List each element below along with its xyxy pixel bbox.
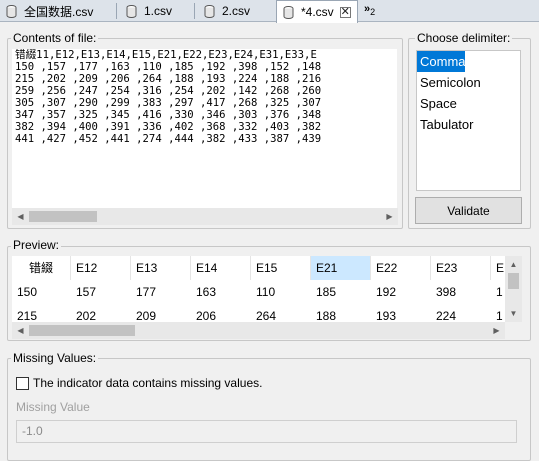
preview-header-cell[interactable]: E23 [431, 256, 491, 280]
tab-quanguo-csv[interactable]: 全国数据.csv [0, 0, 112, 22]
preview-header-cell[interactable]: 错綴 [12, 256, 71, 280]
missing-value-label: Missing Value [16, 400, 90, 414]
scrollbar-thumb[interactable] [29, 211, 97, 222]
preview-cell: 177 [136, 285, 157, 299]
preview-cell: 1 [496, 309, 503, 323]
tab-separator [116, 3, 117, 19]
table-row: 215 202 209 206 264 188 193 224 1 [12, 304, 505, 323]
preview-cell: 224 [436, 309, 457, 323]
preview-vertical-scrollbar[interactable]: ▲ ▼ [505, 256, 522, 322]
preview-cell: 150 [17, 285, 38, 299]
scroll-right-icon[interactable]: ▶ [488, 322, 505, 339]
editor-tab-bar: 全国数据.csv 1.csv 2.csv *4.csv ✕ »2 [0, 0, 539, 23]
contents-title: Contents of file: [11, 31, 99, 45]
preview-cell: 192 [376, 285, 397, 299]
preview-header-cell-highlighted[interactable]: E21 [311, 256, 371, 280]
delimiter-option-semicolon[interactable]: Semicolon [417, 72, 520, 93]
delimiter-option-space[interactable]: Space [417, 93, 520, 114]
file-line: 150 ,157 ,177 ,163 ,110 ,185 ,192 ,398 ,… [15, 61, 322, 73]
preview-cell: 209 [136, 309, 157, 323]
missing-values-checkbox[interactable] [16, 377, 29, 390]
tab-label: 1.csv [144, 4, 173, 18]
scrollbar-thumb[interactable] [508, 273, 519, 289]
scroll-right-icon[interactable]: ▶ [381, 208, 398, 225]
preview-title: Preview: [11, 238, 62, 252]
database-file-icon [6, 4, 17, 18]
preview-cell: 215 [17, 309, 38, 323]
delimiter-option-comma[interactable]: Comma [417, 51, 466, 72]
preview-header-row: 错綴 E12 E13 E14 E15 E21 E22 E23 E [12, 256, 505, 280]
scroll-left-icon[interactable]: ◀ [12, 208, 29, 225]
file-contents-textarea[interactable]: 错綴11,E12,E13,E14,E15,E21,E22,E23,E24,E31… [12, 49, 397, 209]
validate-button[interactable]: Validate [415, 197, 522, 224]
contents-horizontal-scrollbar[interactable]: ◀ ▶ [12, 208, 398, 225]
file-line: 215 ,202 ,209 ,206 ,264 ,188 ,193 ,224 ,… [15, 73, 322, 85]
delimiter-list[interactable]: Comma Semicolon Space Tabulator [416, 50, 521, 191]
close-icon[interactable]: ✕ [339, 6, 351, 18]
preview-header-cell[interactable]: E13 [131, 256, 191, 280]
scroll-up-icon[interactable]: ▲ [505, 256, 522, 273]
preview-header-cell[interactable]: E14 [191, 256, 251, 280]
preview-horizontal-scrollbar[interactable]: ◀ ▶ [12, 322, 505, 339]
scrollbar-thumb[interactable] [29, 325, 135, 336]
delimiter-title: Choose delimiter: [415, 31, 513, 45]
preview-header-cell[interactable]: E22 [371, 256, 431, 280]
tab-4-csv-active[interactable]: *4.csv ✕ [276, 0, 358, 23]
tab-1-csv[interactable]: 1.csv [120, 0, 192, 22]
missing-values-checkbox-label[interactable]: The indicator data contains missing valu… [33, 376, 262, 390]
preview-cell: 264 [256, 309, 277, 323]
missing-values-title: Missing Values: [11, 351, 99, 365]
tab-separator [194, 3, 195, 19]
scroll-left-icon[interactable]: ◀ [12, 322, 29, 339]
preview-cell: 110 [256, 285, 276, 299]
preview-table[interactable]: 错綴 E12 E13 E14 E15 E21 E22 E23 E 150 157… [12, 256, 505, 323]
missing-value-input[interactable]: -1.0 [16, 420, 517, 443]
scroll-down-icon[interactable]: ▼ [505, 305, 522, 322]
table-row: 150 157 177 163 110 185 192 398 1 [12, 280, 505, 304]
preview-header-cell[interactable]: E15 [251, 256, 311, 280]
preview-cell: 202 [76, 309, 97, 323]
tab-overflow-button[interactable]: »2 [364, 3, 375, 17]
file-line: 错綴11,E12,E13,E14,E15,E21,E22,E23,E24,E31… [15, 49, 317, 61]
preview-cell: 193 [376, 309, 397, 323]
preview-cell: 157 [76, 285, 97, 299]
file-line: 347 ,357 ,325 ,345 ,416 ,330 ,346 ,303 ,… [15, 109, 322, 121]
preview-cell: 188 [316, 309, 337, 323]
file-line: 305 ,307 ,290 ,299 ,383 ,297 ,417 ,268 ,… [15, 97, 322, 109]
preview-cell: 398 [436, 285, 457, 299]
preview-cell: 163 [196, 285, 217, 299]
tab-label: 全国数据.csv [24, 4, 94, 19]
tab-label: *4.csv [301, 5, 334, 19]
database-file-icon [283, 5, 294, 19]
preview-cell: 1 [496, 285, 503, 299]
file-line: 259 ,256 ,247 ,254 ,316 ,254 ,202 ,142 ,… [15, 85, 322, 97]
database-file-icon [126, 4, 137, 18]
database-file-icon [204, 4, 215, 18]
file-line: 382 ,394 ,400 ,391 ,336 ,402 ,368 ,332 ,… [15, 121, 322, 133]
file-line: 441 ,427 ,452 ,441 ,274 ,444 ,382 ,433 ,… [15, 133, 322, 145]
delimiter-option-tabulator[interactable]: Tabulator [417, 114, 520, 135]
tab-2-csv[interactable]: 2.csv [198, 0, 272, 22]
preview-header-cell[interactable]: E12 [71, 256, 131, 280]
preview-cell: 206 [196, 309, 217, 323]
tab-label: 2.csv [222, 4, 251, 18]
preview-header-cell[interactable]: E [491, 256, 505, 280]
tab-overflow-count: 2 [370, 7, 376, 18]
preview-cell: 185 [316, 285, 337, 299]
